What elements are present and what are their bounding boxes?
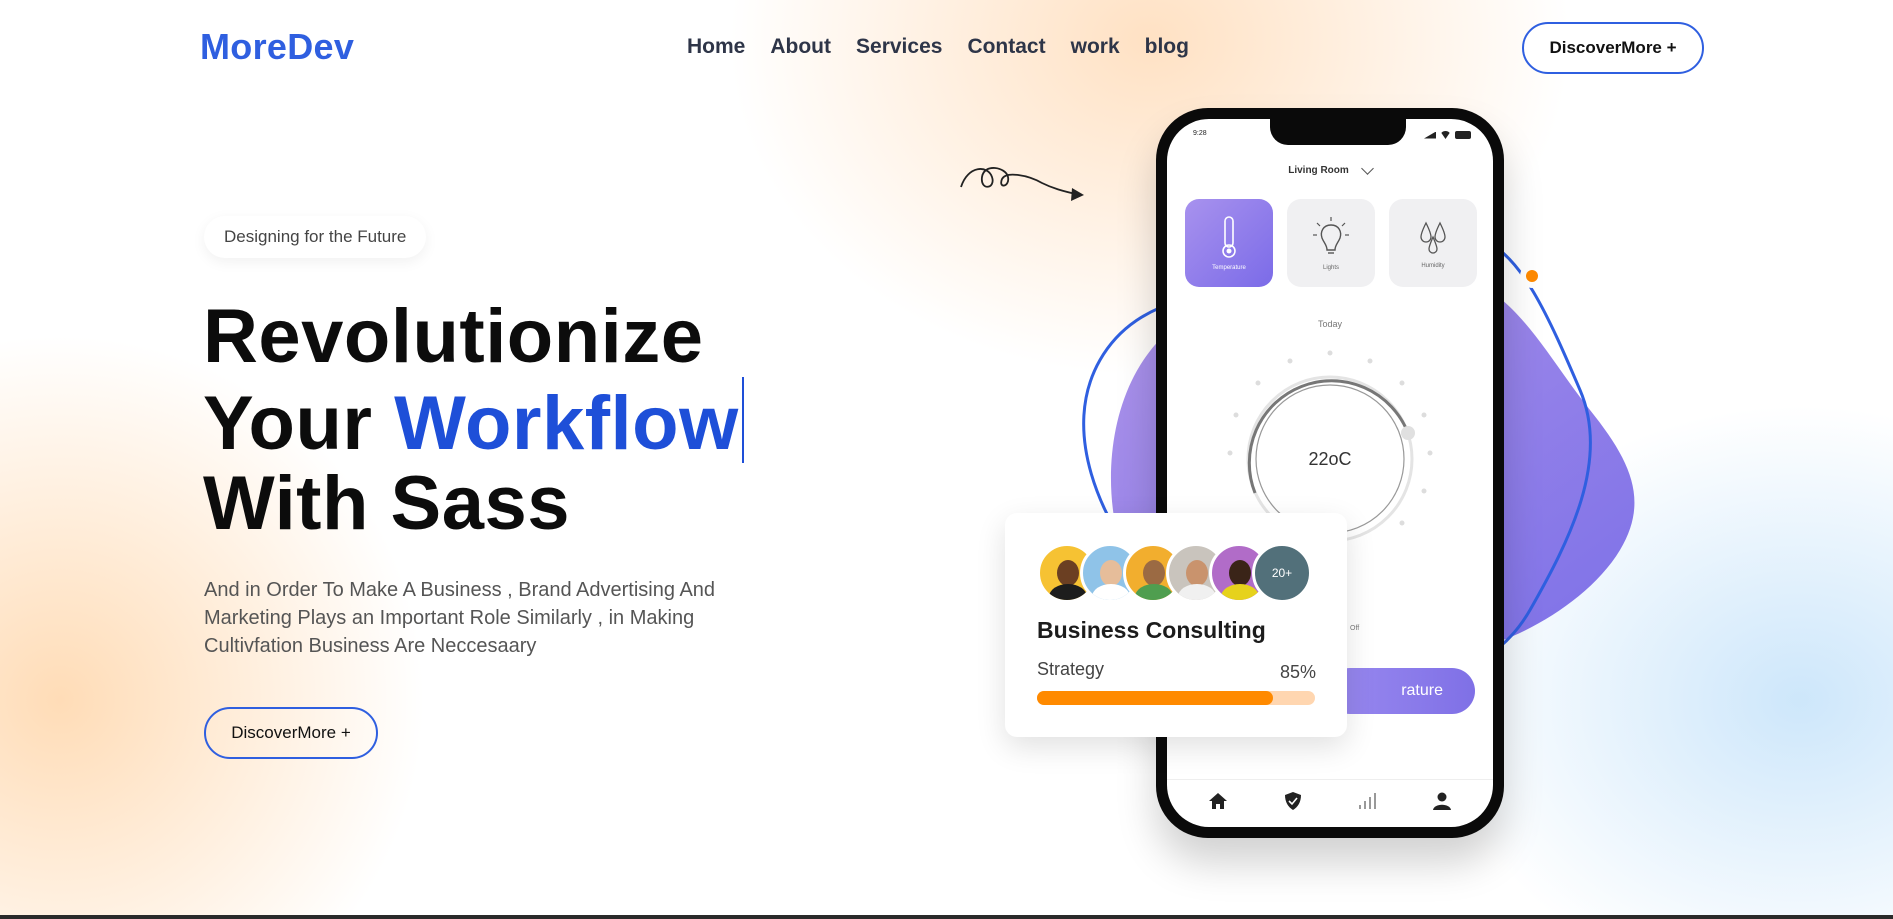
- avatar-more[interactable]: 20+: [1252, 543, 1312, 603]
- home-icon[interactable]: [1208, 791, 1228, 811]
- card-title: Business Consulting: [1037, 617, 1266, 643]
- description-line: Marketing Plays an Important Role Simila…: [204, 607, 695, 629]
- description-line: Cultivfation Business Are Neccesaary: [204, 635, 537, 657]
- user-icon[interactable]: [1432, 791, 1452, 811]
- headline-word-your: Your: [203, 381, 395, 466]
- nav-blog[interactable]: blog: [1145, 35, 1189, 59]
- signal-icon: [1424, 131, 1436, 139]
- main-nav: Home About Services Contact work blog: [687, 35, 1189, 59]
- lightbulb-icon: [1313, 217, 1349, 254]
- nav-services[interactable]: Services: [856, 35, 942, 59]
- day-label: Today: [1317, 319, 1343, 329]
- hero-tag: Designing for the Future: [204, 216, 427, 258]
- room-label: Living Room: [1288, 165, 1349, 176]
- progress-fill: [1037, 691, 1274, 705]
- thermometer-icon: [1222, 216, 1236, 258]
- metric-percent: 85%: [1280, 662, 1317, 682]
- wifi-icon: [1440, 131, 1451, 139]
- temperature-value: 22oC: [1308, 449, 1352, 469]
- nav-about[interactable]: About: [770, 35, 831, 59]
- avatar-group: 20+: [1037, 543, 1312, 603]
- avatar-more-count: 20+: [1271, 566, 1293, 580]
- battery-icon: [1455, 131, 1471, 139]
- nav-work[interactable]: work: [1071, 35, 1120, 59]
- device-tiles: Temperature Lights Humidity: [1185, 199, 1477, 287]
- progress-track: [1037, 691, 1315, 705]
- chevron-down-icon: [1360, 161, 1374, 175]
- headline-line-3: With Sass: [203, 461, 571, 546]
- metric-label: Strategy: [1037, 659, 1105, 679]
- shield-icon[interactable]: [1283, 791, 1303, 811]
- signal-bars-icon[interactable]: [1357, 791, 1377, 811]
- headline-line-1: Revolutionize: [203, 294, 704, 379]
- page-bottom-bar: [0, 915, 1893, 919]
- squiggle-arrow-icon: [960, 167, 1084, 201]
- nav-home[interactable]: Home: [687, 35, 745, 59]
- tile-label: Humidity: [1421, 263, 1445, 269]
- room-selector[interactable]: Living Room: [1167, 161, 1493, 176]
- brand-logo[interactable]: MoreDev: [200, 26, 354, 68]
- off-label: Off: [1350, 625, 1360, 632]
- typing-cursor: [741, 377, 744, 463]
- status-icons: [1424, 131, 1471, 139]
- description-line: And in Order To Make A Business , Brand …: [204, 579, 716, 601]
- business-consulting-card: 20+ Business Consulting Strategy 85%: [1005, 513, 1347, 737]
- tab-bar-divider: [1167, 779, 1493, 780]
- nav-contact[interactable]: Contact: [967, 35, 1045, 59]
- humidity-icon: [1420, 221, 1446, 254]
- status-time: 9:28: [1193, 130, 1207, 137]
- tile-temperature[interactable]: Temperature: [1185, 199, 1273, 287]
- headline-line-2: Your Workflow: [203, 377, 744, 464]
- phone-tab-bar: [1167, 791, 1493, 811]
- hero-discover-button[interactable]: DiscoverMore +: [204, 707, 378, 759]
- header-discover-button[interactable]: DiscoverMore +: [1522, 22, 1704, 74]
- hero-headline: Revolutionize Your Workflow With Sass: [203, 297, 744, 544]
- tile-lights[interactable]: Lights: [1287, 199, 1375, 287]
- phone-notch: [1270, 119, 1406, 145]
- tile-label: Temperature: [1212, 265, 1246, 271]
- phone-temperature-button[interactable]: rature: [1327, 668, 1475, 714]
- hero-description: And in Order To Make A Business , Brand …: [204, 576, 804, 660]
- headline-accent-word: Workflow: [394, 381, 739, 466]
- tile-label: Lights: [1322, 265, 1339, 271]
- tile-humidity[interactable]: Humidity: [1389, 199, 1477, 287]
